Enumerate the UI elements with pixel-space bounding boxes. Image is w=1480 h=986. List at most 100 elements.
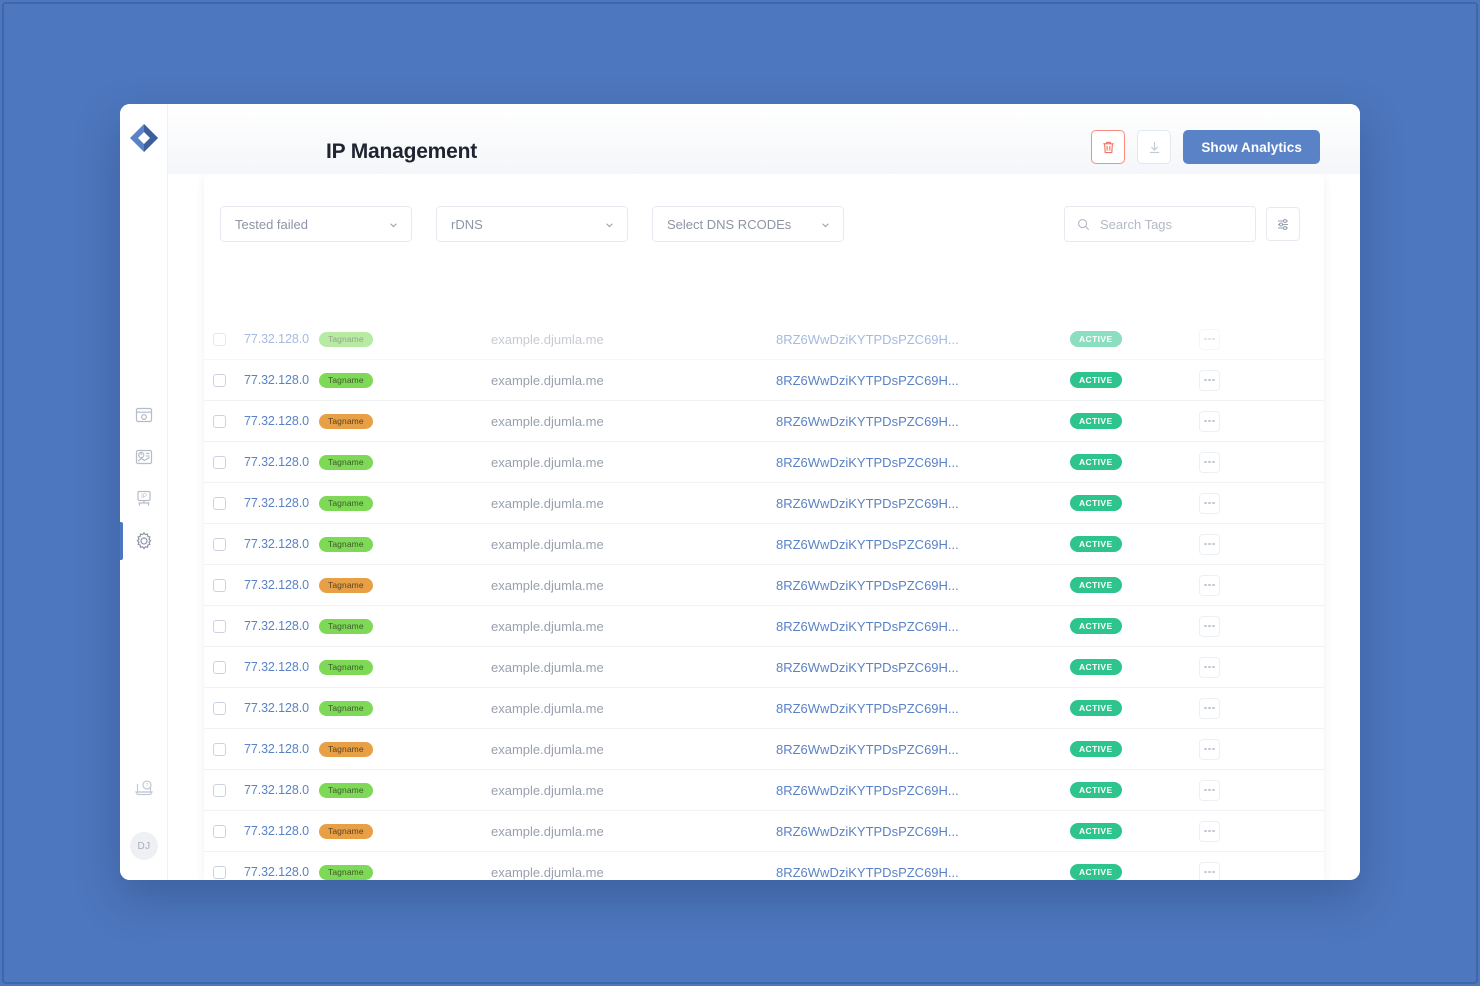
ip-address[interactable]: 77.32.128.0 xyxy=(244,455,309,469)
row-checkbox[interactable] xyxy=(213,414,226,428)
ip-address[interactable]: 77.32.128.0 xyxy=(244,742,309,756)
table-row[interactable]: 77.32.128.0 Tagname example.djumla.me 8RZ6W… xyxy=(204,729,1324,770)
record-hash[interactable]: 8RZ6WwDziKYTPDsPZC69H... xyxy=(776,742,959,757)
tag-badge[interactable]: Tagname xyxy=(319,618,373,634)
record-hash[interactable]: 8RZ6WwDziKYTPDsPZC69H... xyxy=(776,578,959,593)
filter-rdns[interactable]: rDNS xyxy=(436,206,628,242)
row-checkbox[interactable] xyxy=(213,783,226,797)
tag-badge[interactable]: Tagname xyxy=(319,413,373,429)
row-menu-button[interactable] xyxy=(1199,697,1220,719)
sidebar-item-settings[interactable] xyxy=(120,520,168,562)
filter-rcodes[interactable]: Select DNS RCODEs xyxy=(652,206,844,242)
row-menu-button[interactable] xyxy=(1199,369,1220,391)
row-checkbox[interactable] xyxy=(213,373,226,387)
filter-tested[interactable]: Tested failed xyxy=(220,206,412,242)
tag-badge[interactable]: Tagname xyxy=(319,782,373,798)
table-row[interactable]: 77.32.128.0 Tagname example.djumla.me 8RZ6W… xyxy=(204,401,1324,442)
row-checkbox[interactable] xyxy=(213,865,226,879)
row-menu-button[interactable] xyxy=(1199,861,1220,880)
table-row[interactable]: 77.32.128.0 Tagname example.djumla.me 8RZ6W… xyxy=(204,483,1324,524)
sidebar-item-reports[interactable] xyxy=(120,436,168,478)
table-row[interactable]: 77.32.128.0 Tagname example.djumla.me 8RZ6W… xyxy=(204,647,1324,688)
tag-badge[interactable]: Tagname xyxy=(319,495,373,511)
sidebar-item-dashboard[interactable] xyxy=(120,394,168,436)
row-checkbox[interactable] xyxy=(213,537,226,551)
record-hash[interactable]: 8RZ6WwDziKYTPDsPZC69H... xyxy=(776,660,959,675)
row-menu-button[interactable] xyxy=(1199,656,1220,678)
row-menu-button[interactable] xyxy=(1199,492,1220,514)
sidebar-item-ip[interactable]: IP xyxy=(120,478,168,520)
table-row[interactable]: 77.32.128.0 Tagname example.djumla.me 8RZ6W… xyxy=(204,360,1324,401)
record-hash[interactable]: 8RZ6WwDziKYTPDsPZC69H... xyxy=(776,414,959,429)
ip-address[interactable]: 77.32.128.0 xyxy=(244,824,309,838)
table-row[interactable]: 77.32.128.0 Tagname example.djumla.me 8RZ6W… xyxy=(204,688,1324,729)
row-menu-button[interactable] xyxy=(1199,738,1220,760)
row-menu-button[interactable] xyxy=(1199,533,1220,555)
tag-badge[interactable]: Tagname xyxy=(319,823,373,839)
tag-badge[interactable]: Tagname xyxy=(319,864,373,880)
ip-address[interactable]: 77.32.128.0 xyxy=(244,332,309,346)
tag-badge[interactable]: Tagname xyxy=(319,331,373,347)
tag-badge[interactable]: Tagname xyxy=(319,741,373,757)
record-hash[interactable]: 8RZ6WwDziKYTPDsPZC69H... xyxy=(776,824,959,839)
ip-address[interactable]: 77.32.128.0 xyxy=(244,783,309,797)
table-row[interactable]: 77.32.128.0 Tagname example.djumla.me 8RZ6W… xyxy=(204,565,1324,606)
record-hash[interactable]: 8RZ6WwDziKYTPDsPZC69H... xyxy=(776,496,959,511)
row-checkbox[interactable] xyxy=(213,496,226,510)
table-row[interactable]: 77.32.128.0 Tagname example.djumla.me 8RZ6W… xyxy=(204,606,1324,647)
row-checkbox[interactable] xyxy=(213,332,226,346)
row-checkbox[interactable] xyxy=(213,455,226,469)
row-menu-button[interactable] xyxy=(1199,574,1220,596)
ip-address[interactable]: 77.32.128.0 xyxy=(244,373,309,387)
row-menu-button[interactable] xyxy=(1199,328,1220,350)
row-menu-button[interactable] xyxy=(1199,820,1220,842)
sidebar-item-help[interactable]: ? xyxy=(120,768,168,810)
tag-badge[interactable]: Tagname xyxy=(319,372,373,388)
ip-address[interactable]: 77.32.128.0 xyxy=(244,660,309,674)
table-row[interactable]: 77.32.128.0 Tagname example.djumla.me 8RZ6W… xyxy=(204,524,1324,565)
show-analytics-button[interactable]: Show Analytics xyxy=(1183,130,1320,164)
row-checkbox[interactable] xyxy=(213,742,226,756)
table-row[interactable]: 77.32.128.0 Tagname example.djumla.me 8RZ6W… xyxy=(204,770,1324,811)
tag-badge[interactable]: Tagname xyxy=(319,700,373,716)
row-menu-button[interactable] xyxy=(1199,451,1220,473)
tag-badge[interactable]: Tagname xyxy=(319,454,373,470)
ip-address[interactable]: 77.32.128.0 xyxy=(244,578,309,592)
table-row[interactable]: 77.32.128.0 Tagname example.djumla.me 8RZ6W… xyxy=(204,442,1324,483)
record-hash[interactable]: 8RZ6WwDziKYTPDsPZC69H... xyxy=(776,865,959,880)
ip-address[interactable]: 77.32.128.0 xyxy=(244,496,309,510)
diamond-logo[interactable] xyxy=(127,122,161,156)
table-row[interactable]: 77.32.128.0 Tagname example.djumla.me 8RZ6W… xyxy=(204,319,1324,360)
ip-address[interactable]: 77.32.128.0 xyxy=(244,537,309,551)
download-button[interactable] xyxy=(1137,130,1172,164)
record-hash[interactable]: 8RZ6WwDziKYTPDsPZC69H... xyxy=(776,537,959,552)
search-input[interactable] xyxy=(1098,215,1242,233)
row-menu-button[interactable] xyxy=(1199,410,1220,432)
record-hash[interactable]: 8RZ6WwDziKYTPDsPZC69H... xyxy=(776,373,959,388)
table-row[interactable]: 77.32.128.0 Tagname example.djumla.me 8RZ6W… xyxy=(204,852,1324,880)
record-hash[interactable]: 8RZ6WwDziKYTPDsPZC69H... xyxy=(776,783,959,798)
ip-address[interactable]: 77.32.128.0 xyxy=(244,865,309,879)
row-checkbox[interactable] xyxy=(213,578,226,592)
tag-badge[interactable]: Tagname xyxy=(319,659,373,675)
ip-address[interactable]: 77.32.128.0 xyxy=(244,414,309,428)
table-row[interactable]: 77.32.128.0 Tagname example.djumla.me 8RZ6W… xyxy=(204,811,1324,852)
delete-button[interactable] xyxy=(1091,130,1126,164)
record-hash[interactable]: 8RZ6WwDziKYTPDsPZC69H... xyxy=(776,455,959,470)
record-hash[interactable]: 8RZ6WwDziKYTPDsPZC69H... xyxy=(776,701,959,716)
row-checkbox[interactable] xyxy=(213,660,226,674)
ip-address[interactable]: 77.32.128.0 xyxy=(244,619,309,633)
record-hash[interactable]: 8RZ6WwDziKYTPDsPZC69H... xyxy=(776,332,959,347)
row-menu-button[interactable] xyxy=(1199,615,1220,637)
user-avatar[interactable]: DJ xyxy=(130,832,158,860)
tag-badge[interactable]: Tagname xyxy=(319,536,373,552)
row-menu-button[interactable] xyxy=(1199,779,1220,801)
tag-badge[interactable]: Tagname xyxy=(319,577,373,593)
row-checkbox[interactable] xyxy=(213,824,226,838)
record-hash[interactable]: 8RZ6WwDziKYTPDsPZC69H... xyxy=(776,619,959,634)
ip-address[interactable]: 77.32.128.0 xyxy=(244,701,309,715)
row-checkbox[interactable] xyxy=(213,701,226,715)
table-settings-button[interactable] xyxy=(1266,207,1300,241)
row-checkbox[interactable] xyxy=(213,619,226,633)
search-tags-field[interactable] xyxy=(1064,206,1256,242)
